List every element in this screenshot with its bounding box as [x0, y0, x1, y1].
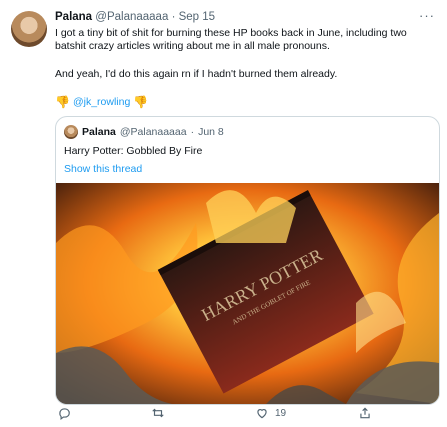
- separator: ·: [190, 126, 195, 138]
- tweet-text-line-2: batshit crazy articles writing about me …: [55, 40, 330, 52]
- separator: ·: [171, 11, 176, 23]
- like-button[interactable]: 19: [255, 406, 286, 420]
- thumbs-down-icon: 👎: [133, 95, 149, 109]
- share-button[interactable]: [358, 406, 378, 420]
- tweet-text-line-3: And yeah, I'd do this again rn if I hadn…: [55, 68, 338, 80]
- retweet-icon: [152, 408, 164, 418]
- tweet-actions: 19: [55, 406, 385, 424]
- tweet: Palana @Palanaaaaa · Sep 15 ··· I got a …: [0, 0, 447, 427]
- thumbs-down-icon: 👎: [55, 95, 70, 109]
- quoted-avatar: [64, 125, 78, 139]
- quoted-author-handle: @Palanaaaaa: [119, 126, 187, 138]
- retweet-button[interactable]: [151, 406, 171, 420]
- author-name[interactable]: Palana: [55, 11, 92, 23]
- quoted-author-name: Palana: [82, 126, 116, 138]
- mention-link[interactable]: @jk_rowling: [73, 96, 130, 108]
- reply-button[interactable]: [57, 406, 77, 420]
- quoted-tweet-header: Palana @Palanaaaaa · Jun 8: [64, 125, 224, 139]
- quoted-tweet[interactable]: Palana @Palanaaaaa · Jun 8 Harry Potter:…: [55, 116, 440, 405]
- tweet-date[interactable]: Sep 15: [179, 11, 215, 23]
- burning-book-image[interactable]: HARRY POTTER AND THE GOBLET OF FIRE: [56, 183, 439, 404]
- author-handle[interactable]: @Palanaaaaa: [95, 11, 168, 23]
- reply-icon: [59, 408, 70, 420]
- share-icon: [360, 407, 370, 419]
- mention-line: 👎 @jk_rowling 👎: [55, 95, 148, 109]
- heart-icon: [257, 409, 267, 419]
- tweet-header: Palana @Palanaaaaa · Sep 15: [55, 11, 215, 23]
- show-thread-link[interactable]: Show this thread: [64, 163, 142, 175]
- avatar[interactable]: [11, 11, 47, 47]
- quoted-tweet-text: Harry Potter: Gobbled By Fire: [64, 145, 203, 157]
- like-count: 19: [275, 407, 287, 419]
- quoted-date: Jun 8: [198, 126, 224, 138]
- more-options-icon[interactable]: ···: [419, 8, 435, 23]
- tweet-text-line-1: I got a tiny bit of shit for burning the…: [55, 27, 407, 39]
